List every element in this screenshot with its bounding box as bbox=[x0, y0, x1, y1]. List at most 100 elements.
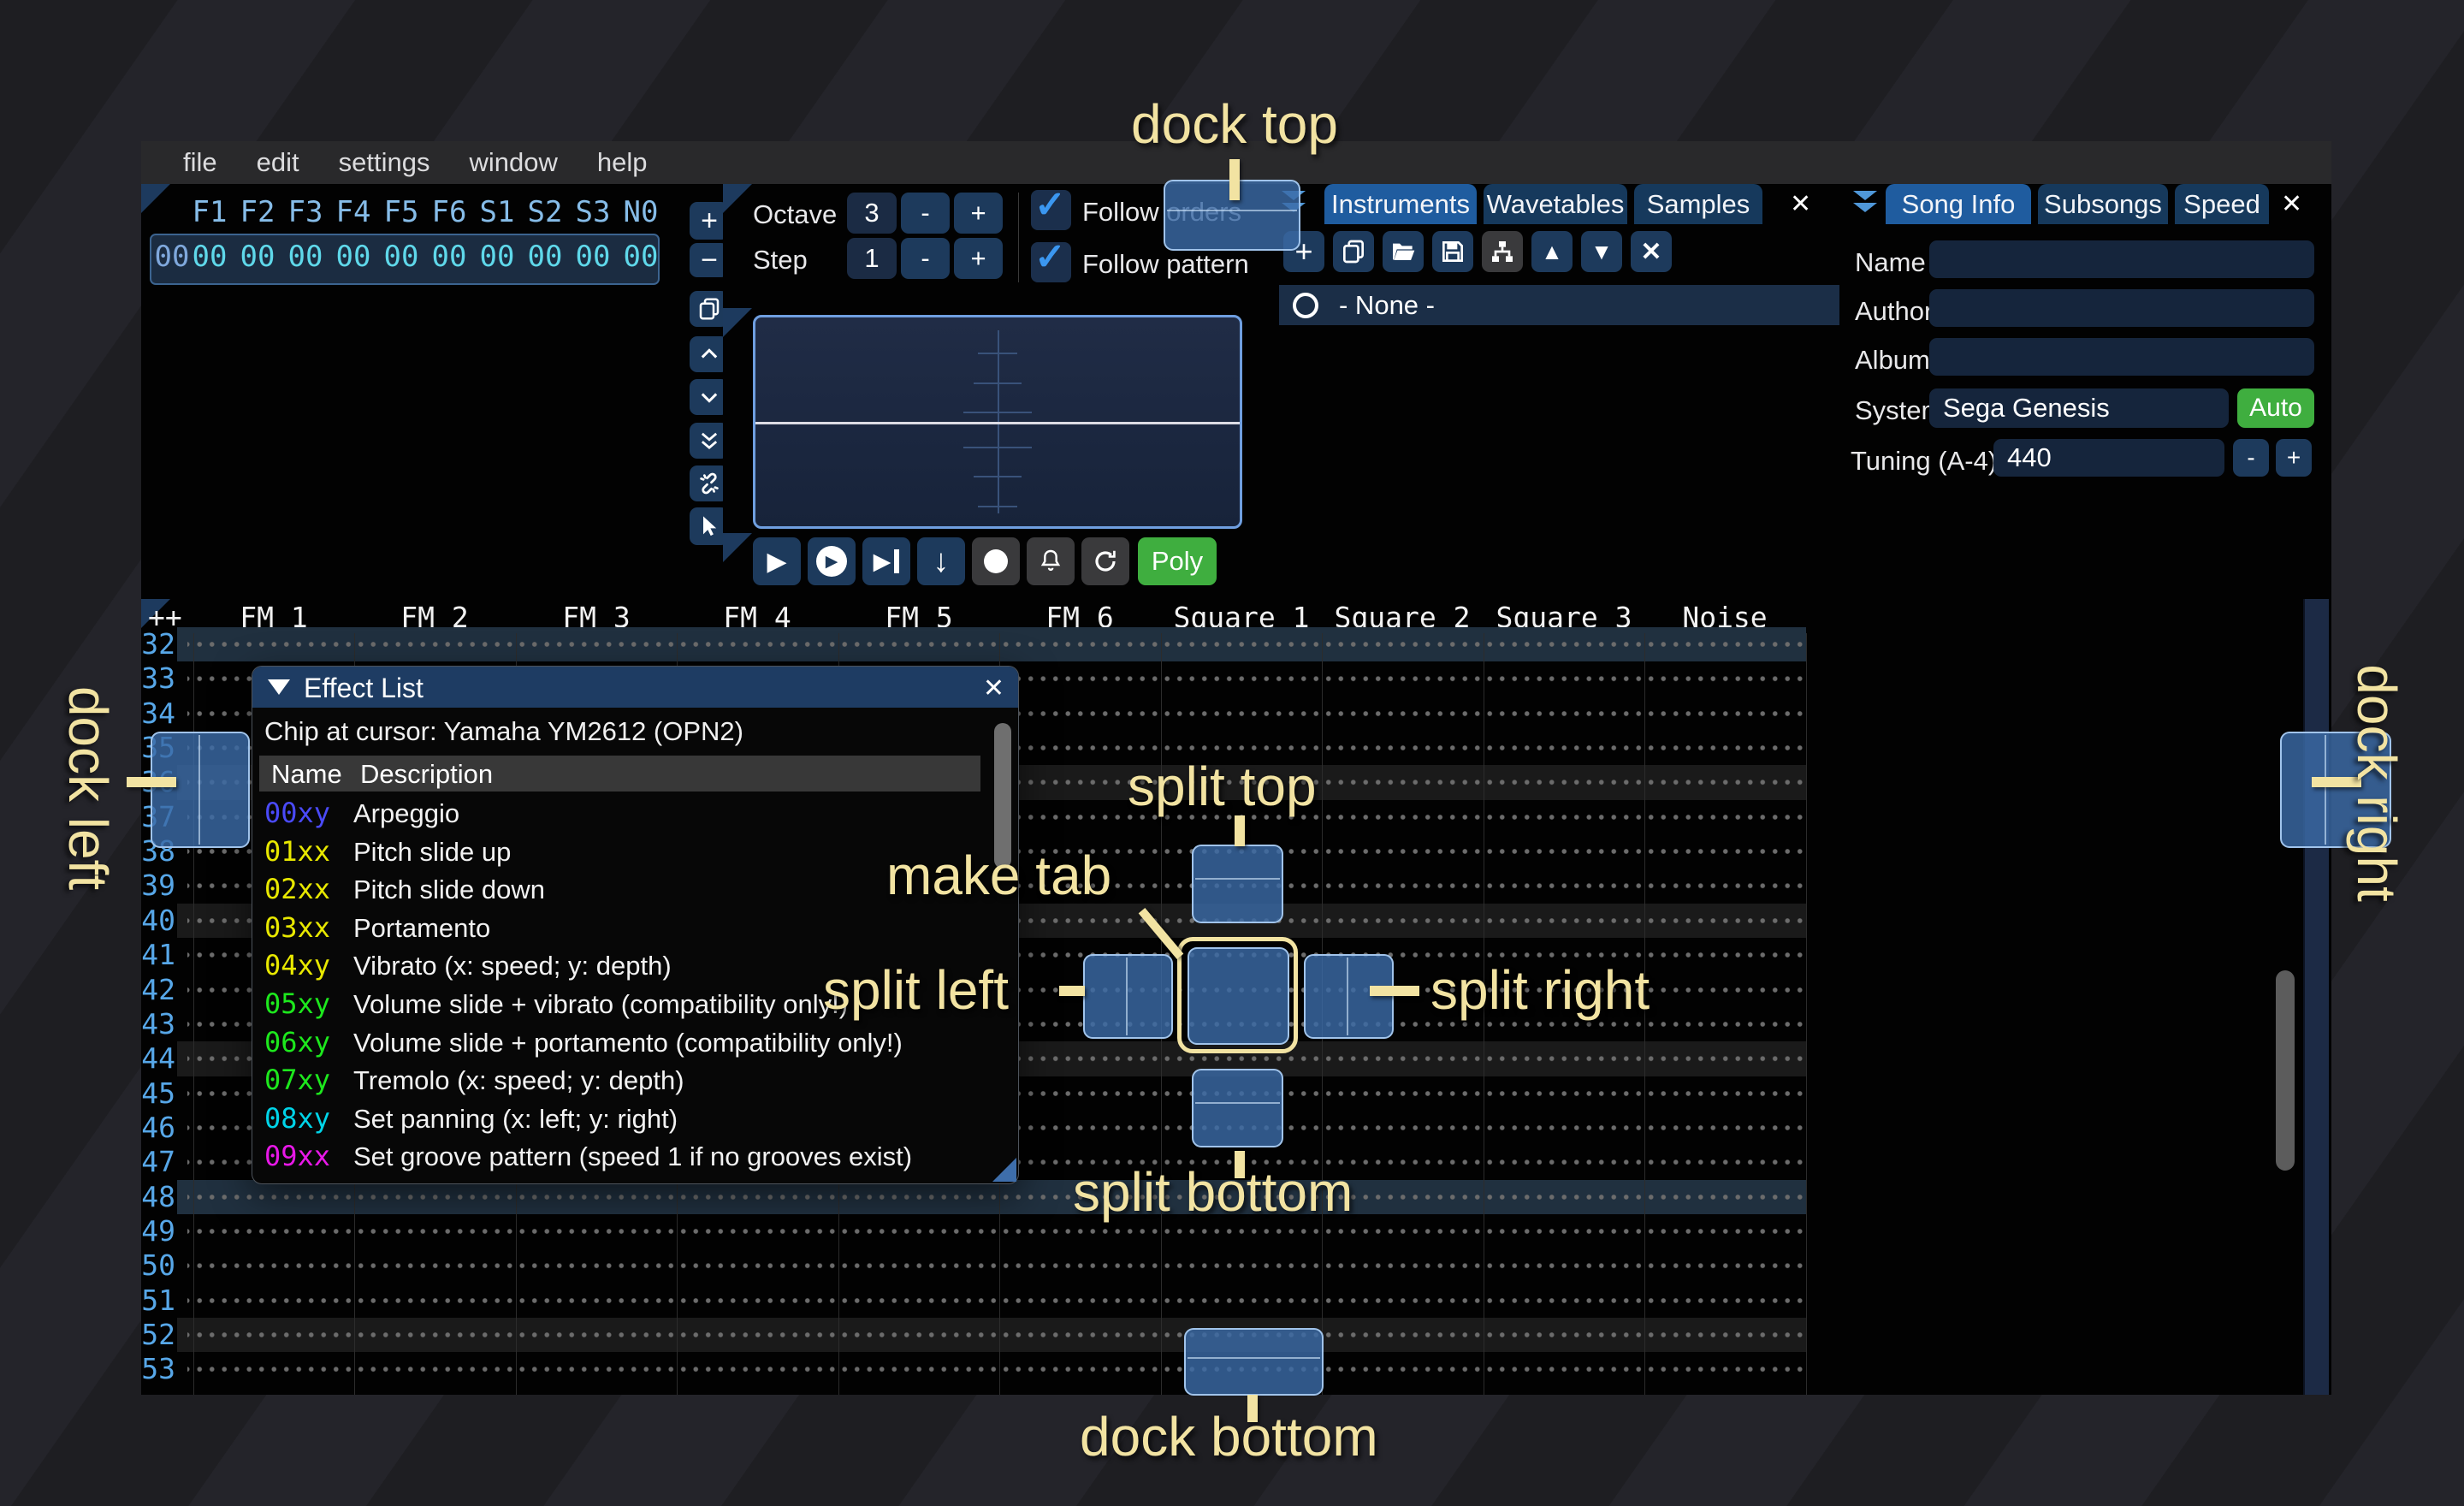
split-top-target[interactable] bbox=[1192, 845, 1283, 923]
tuning-increase-button[interactable]: + bbox=[2276, 439, 2312, 477]
dock-bottom-target[interactable] bbox=[1184, 1328, 1324, 1396]
system-field[interactable]: Sega Genesis bbox=[1929, 388, 2229, 428]
record-button[interactable] bbox=[972, 537, 1020, 585]
name-field[interactable] bbox=[1929, 240, 2314, 278]
order-cell[interactable]: 00 bbox=[425, 240, 473, 274]
author-field[interactable] bbox=[1929, 289, 2314, 327]
play-button[interactable]: ▶ bbox=[753, 537, 801, 585]
play-from-cursor-button[interactable]: ▶ bbox=[862, 537, 910, 585]
metronome-button[interactable] bbox=[1027, 537, 1075, 585]
order-remove-button[interactable]: − bbox=[690, 243, 723, 277]
order-cell[interactable]: 00 bbox=[617, 240, 665, 274]
instrument-move-up-button[interactable]: ▲ bbox=[1531, 231, 1573, 272]
tab-samples[interactable]: Samples bbox=[1634, 184, 1762, 224]
octave-decrease-button[interactable]: - bbox=[901, 193, 950, 234]
effect-description: Pitch slide up bbox=[353, 837, 511, 868]
dock-left-target[interactable] bbox=[151, 732, 250, 848]
menu-edit[interactable]: edit bbox=[237, 147, 319, 178]
order-move-down-button[interactable] bbox=[690, 379, 723, 415]
pattern-row[interactable]: 51 bbox=[141, 1284, 1806, 1318]
tab-wavetables[interactable]: Wavetables bbox=[1484, 184, 1627, 224]
order-cell[interactable]: 00 bbox=[473, 240, 521, 274]
effect-code: 08xy bbox=[264, 1102, 330, 1135]
menu-settings[interactable]: settings bbox=[319, 147, 450, 178]
order-unlink-button[interactable] bbox=[690, 465, 723, 501]
order-edit-mode-button[interactable] bbox=[690, 507, 723, 545]
instrument-open-button[interactable] bbox=[1383, 231, 1424, 272]
close-icon[interactable]: ✕ bbox=[2281, 189, 2302, 219]
row-number: 33 bbox=[141, 661, 175, 696]
plus-icon: + bbox=[970, 243, 986, 274]
pattern-row[interactable]: 48 bbox=[141, 1180, 1806, 1214]
order-move-up-button[interactable] bbox=[690, 336, 723, 372]
pattern-row[interactable]: 32 bbox=[141, 627, 1806, 661]
effect-code: 05xy bbox=[264, 987, 330, 1020]
follow-orders-checkbox[interactable]: ✓ bbox=[1031, 190, 1071, 230]
step-row-button[interactable]: ↓ bbox=[917, 537, 965, 585]
instrument-delete-button[interactable]: ✕ bbox=[1631, 231, 1672, 272]
order-cell[interactable]: 00 bbox=[329, 240, 377, 274]
split-bott-target[interactable] bbox=[1192, 1069, 1283, 1147]
pattern-row[interactable]: 52 bbox=[141, 1318, 1806, 1352]
album-field[interactable] bbox=[1929, 338, 2314, 376]
pattern-scrollbar[interactable] bbox=[2276, 970, 2295, 1171]
empty-cells bbox=[187, 1352, 1806, 1386]
instrument-folders-toggle-button[interactable] bbox=[1482, 231, 1523, 272]
order-col-f2: F2 bbox=[234, 195, 281, 229]
tuning-field[interactable]: 440 bbox=[1993, 439, 2224, 477]
menu-file[interactable]: file bbox=[163, 147, 237, 178]
play-pattern-button[interactable]: ▶ bbox=[808, 537, 856, 585]
split-right-target[interactable] bbox=[1304, 954, 1394, 1039]
tab-instruments[interactable]: Instruments bbox=[1324, 184, 1477, 224]
instrument-save-button[interactable] bbox=[1432, 231, 1473, 272]
menu-window[interactable]: window bbox=[449, 147, 577, 178]
octave-increase-button[interactable]: + bbox=[954, 193, 1003, 234]
empty-cells bbox=[187, 1284, 1806, 1318]
effect-list-titlebar[interactable]: Effect List ✕ bbox=[252, 667, 1018, 708]
effect-table-header[interactable]: Name Description bbox=[259, 756, 980, 792]
tab-subsongs[interactable]: Subsongs bbox=[2038, 184, 2168, 224]
make-tab-target[interactable] bbox=[1188, 947, 1289, 1045]
order-cell[interactable]: 00 bbox=[569, 240, 617, 274]
instrument-move-down-button[interactable]: ▼ bbox=[1581, 231, 1622, 272]
pattern-row[interactable]: 50 bbox=[141, 1248, 1806, 1283]
close-icon[interactable]: ✕ bbox=[983, 673, 1004, 703]
resize-grip[interactable] bbox=[992, 1158, 1016, 1182]
order-cell[interactable]: 00 bbox=[281, 240, 329, 274]
effect-code: 06xy bbox=[264, 1026, 330, 1058]
step-increase-button[interactable]: + bbox=[954, 238, 1003, 279]
close-icon[interactable]: ✕ bbox=[1790, 189, 1811, 219]
step-decrease-button[interactable]: - bbox=[901, 238, 950, 279]
menu-help[interactable]: help bbox=[578, 147, 667, 178]
effect-row: 08xySet panning (x: left; y: right) bbox=[252, 1102, 988, 1138]
collapse-triangle-icon[interactable] bbox=[268, 679, 290, 695]
order-duplicate-button[interactable] bbox=[690, 291, 723, 327]
instrument-list-item[interactable]: - None - bbox=[1279, 285, 1839, 325]
collapse-icon[interactable] bbox=[1851, 189, 1881, 218]
split-left-target[interactable] bbox=[1083, 954, 1173, 1039]
order-cell[interactable]: 00 bbox=[234, 240, 281, 274]
row-number: 49 bbox=[141, 1214, 175, 1248]
system-auto-button[interactable]: Auto bbox=[2237, 388, 2314, 428]
tab-speed[interactable]: Speed bbox=[2175, 184, 2269, 224]
order-add-button[interactable]: + bbox=[690, 202, 723, 240]
pattern-row[interactable]: 49 bbox=[141, 1214, 1806, 1248]
order-cell[interactable]: 00 bbox=[521, 240, 569, 274]
dock-right-label: dock right bbox=[2345, 646, 2408, 920]
order-cell[interactable]: 00 bbox=[377, 240, 425, 274]
order-move-to-bottom-button[interactable] bbox=[690, 423, 723, 459]
check-icon: ✓ bbox=[1034, 184, 1066, 227]
poly-toggle-button[interactable]: Poly bbox=[1138, 537, 1217, 585]
octave-value[interactable]: 3 bbox=[847, 193, 897, 234]
repeat-button[interactable] bbox=[1081, 537, 1129, 585]
oscilloscope bbox=[753, 315, 1242, 529]
triangle-down-icon: ▼ bbox=[1590, 239, 1613, 265]
order-cell[interactable]: 00 bbox=[186, 240, 234, 274]
instrument-duplicate-button[interactable] bbox=[1333, 231, 1374, 272]
step-value[interactable]: 1 bbox=[847, 238, 897, 279]
tab-song-info[interactable]: Song Info bbox=[1886, 184, 2031, 224]
tuning-decrease-button[interactable]: - bbox=[2233, 439, 2269, 477]
effect-code: 07xy bbox=[264, 1064, 330, 1096]
follow-pattern-checkbox[interactable]: ✓ bbox=[1031, 242, 1071, 282]
pattern-row[interactable]: 53 bbox=[141, 1352, 1806, 1386]
